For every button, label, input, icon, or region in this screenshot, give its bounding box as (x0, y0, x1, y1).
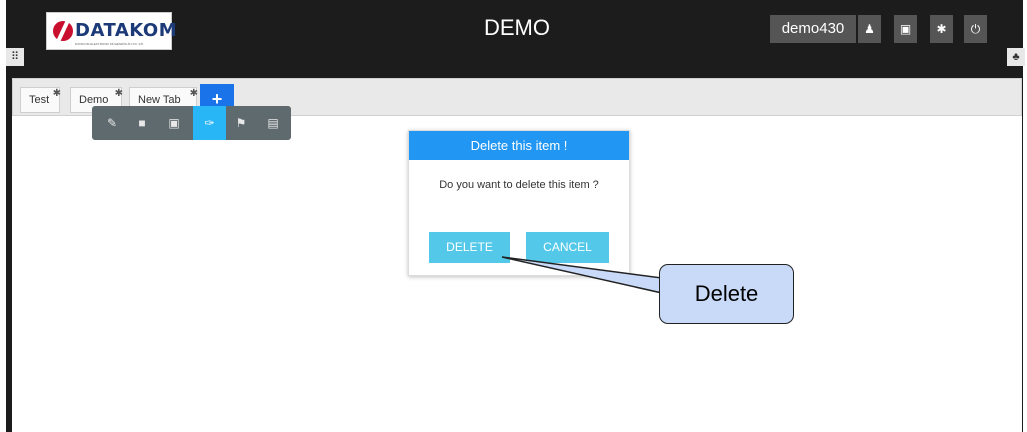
tab-label: Demo (79, 94, 109, 106)
cancel-button[interactable]: CANCEL (526, 232, 609, 263)
user-name-button[interactable]: demo430 (770, 15, 856, 43)
power-icon[interactable]: ⏻ (964, 15, 987, 43)
edit-icon[interactable]: ✎ (98, 106, 126, 140)
user-icon[interactable]: ♟ (858, 15, 881, 43)
save-icon[interactable]: ▣ (894, 15, 917, 43)
tab-gear-icon[interactable]: ✱ (115, 82, 123, 106)
callout-bubble: Delete (659, 264, 794, 324)
settings-icon[interactable]: ✱ (930, 15, 953, 43)
tab-test[interactable]: Test ✱ (20, 87, 61, 113)
tab-toolbar: ✎ ■ ▣ ✑ ⚑ ▤ (92, 106, 291, 140)
delete-button[interactable]: DELETE (429, 232, 510, 263)
page-title: DEMO (484, 15, 550, 40)
brush-icon[interactable]: ✑ (193, 106, 226, 140)
dialog-message: Do you want to delete this item ? (439, 179, 599, 191)
datakom-logo: DATAKOM DATAKOM ELEKTRONIK MÜHENDİSLİK L… (46, 12, 177, 50)
tab-label: Test (29, 94, 50, 106)
callout-text: Delete (694, 281, 759, 306)
flag-icon[interactable]: ⚑ (227, 106, 255, 140)
logo-text: DATAKOM (75, 20, 178, 41)
chart-icon[interactable]: ▤ (259, 106, 287, 140)
tree-icon[interactable]: ♣ (1007, 48, 1025, 66)
tab-gear-icon[interactable]: ✱ (53, 82, 61, 106)
logo-tagline: DATAKOM ELEKTRONIK MÜHENDİSLİK LTD. ŞTİ. (75, 42, 145, 46)
tab-label: New Tab (138, 94, 181, 106)
delete-dialog: Delete this item ! Do you want to delete… (408, 130, 630, 276)
tab-gear-icon[interactable]: ✱ (190, 82, 198, 106)
dialog-title: Delete this item ! (409, 131, 629, 160)
trash-icon[interactable]: ■ (128, 106, 156, 140)
apps-grid-icon[interactable]: ⠿ (6, 48, 24, 66)
image-icon[interactable]: ▣ (160, 106, 188, 140)
logo-mark (53, 21, 73, 41)
